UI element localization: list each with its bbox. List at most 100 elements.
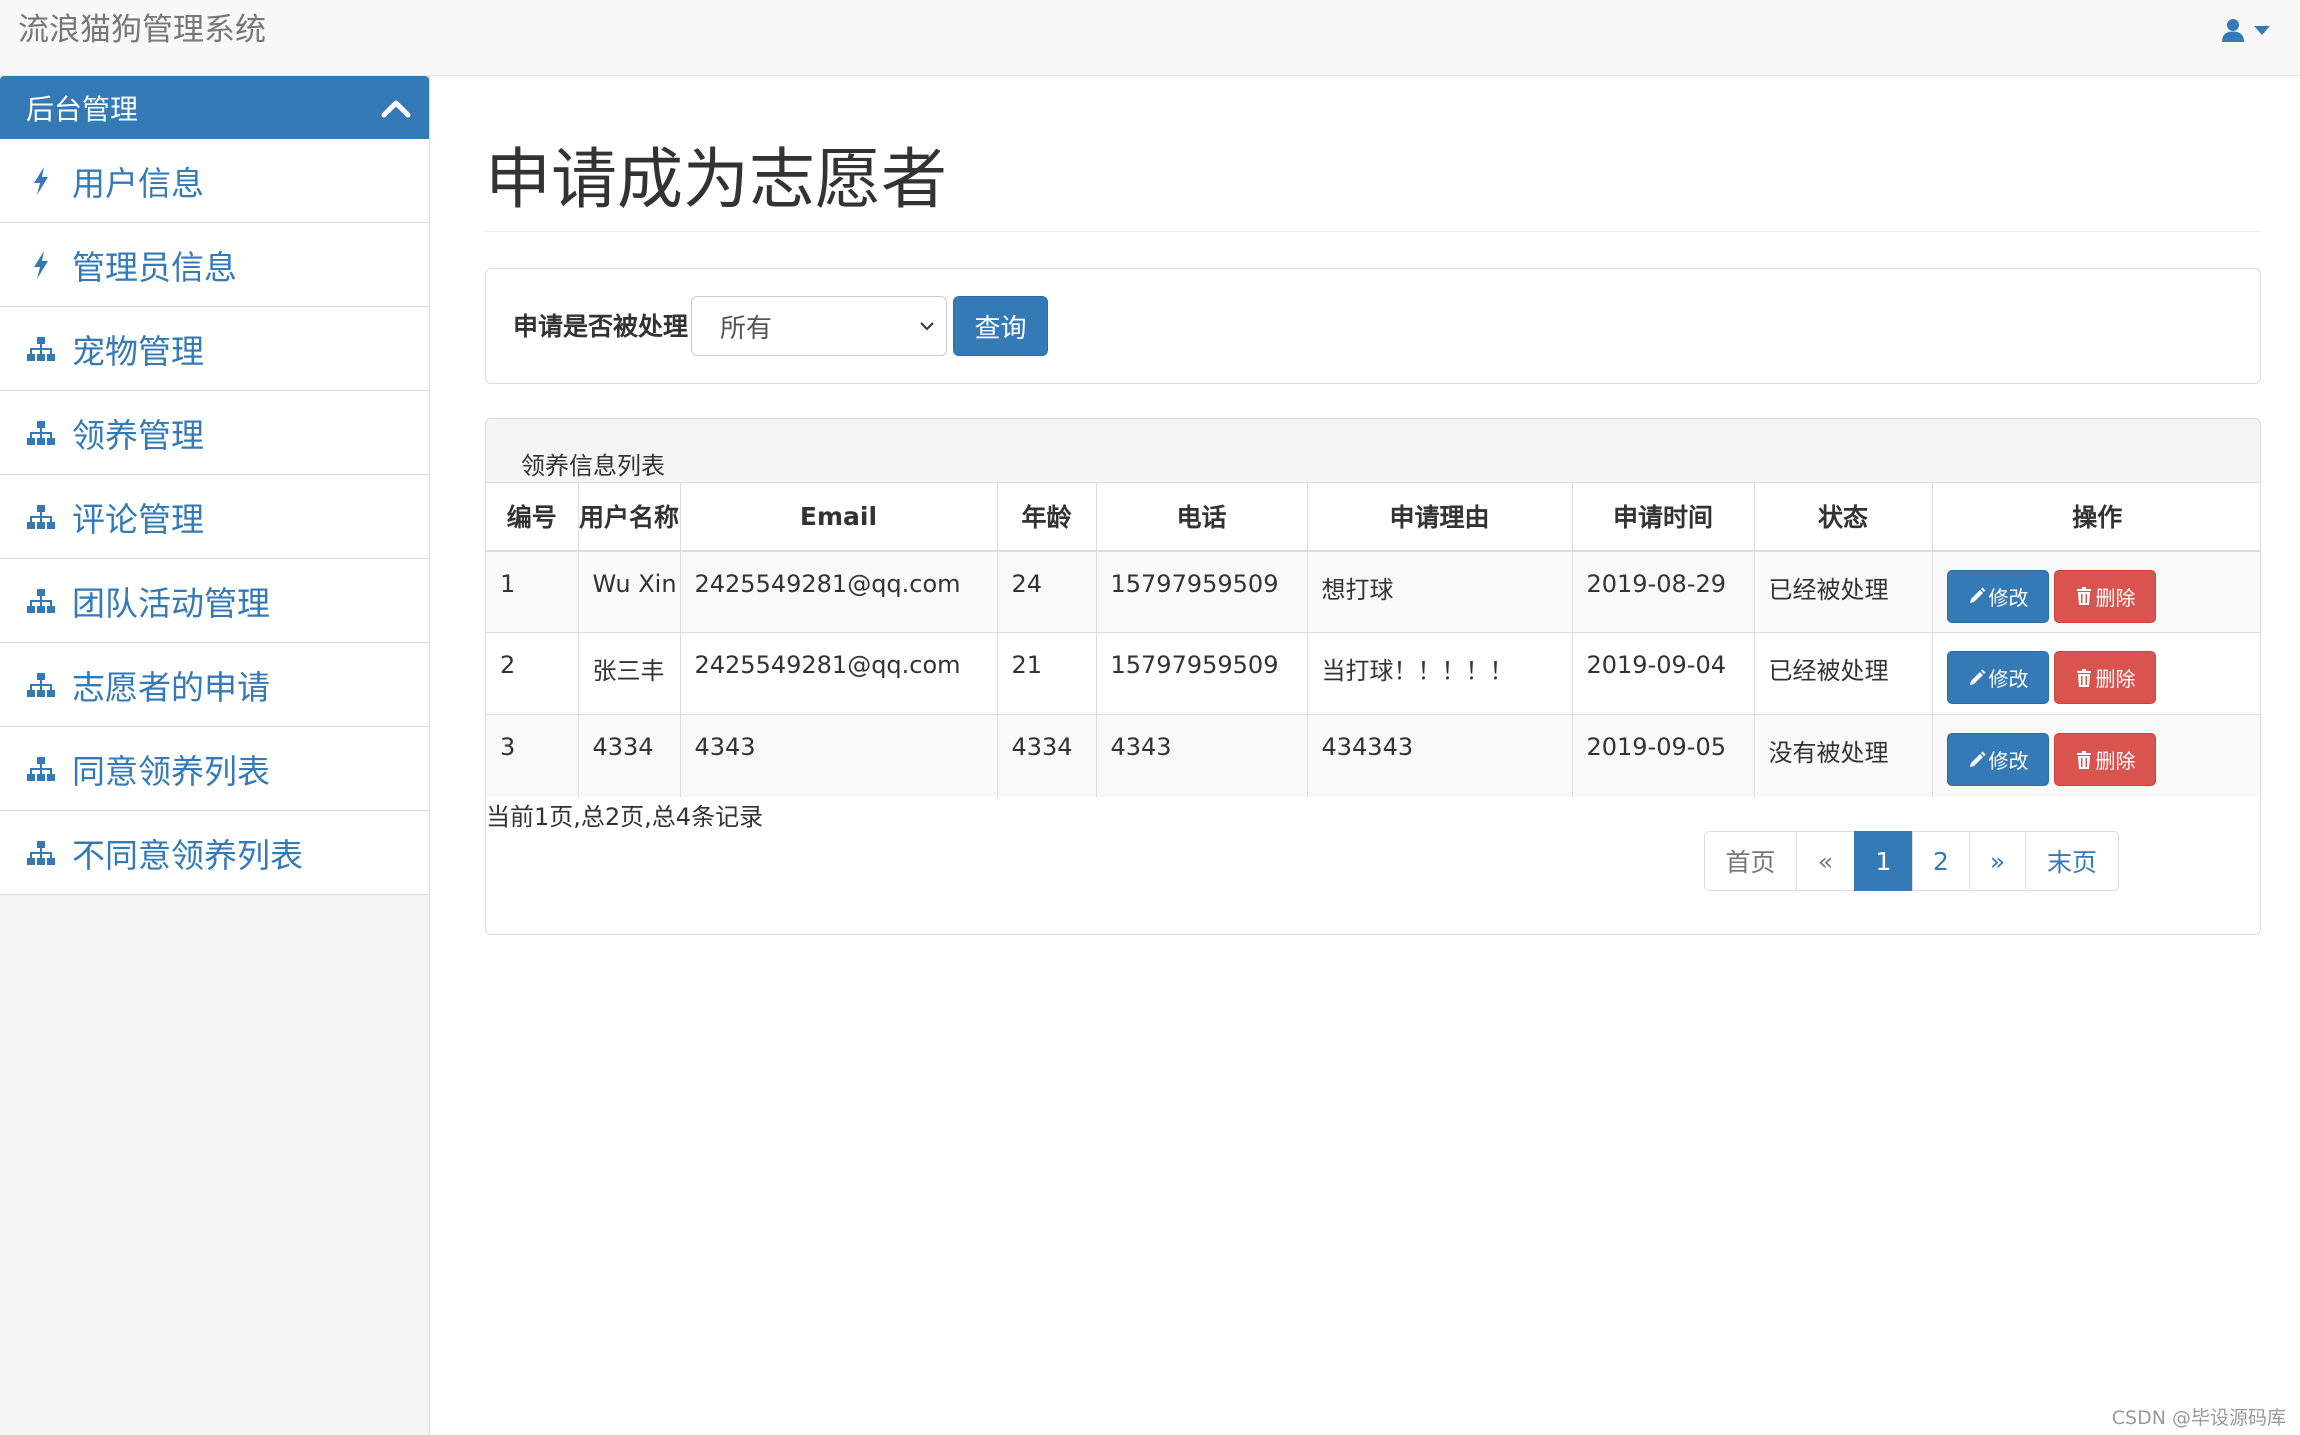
title-divider bbox=[485, 231, 2261, 232]
column-header[interactable]: 状态 bbox=[1754, 482, 1933, 552]
table-cell: 3 bbox=[486, 714, 579, 797]
list-heading-title: 领养信息列表 bbox=[521, 452, 665, 480]
table-cell: 张三丰 bbox=[578, 632, 681, 715]
edit-button[interactable]: 修改 bbox=[1946, 569, 2049, 623]
user-menu[interactable] bbox=[2220, 16, 2270, 44]
edit-button[interactable]: 修改 bbox=[1946, 733, 2049, 786]
sitemap-icon bbox=[24, 584, 58, 618]
trash-icon bbox=[2076, 668, 2091, 687]
app-brand[interactable]: 流浪猫狗管理系统 bbox=[18, 10, 266, 50]
sidebar-item-adoption-management[interactable]: 领养管理 bbox=[0, 391, 429, 475]
sidebar-item-label: 志愿者的申请 bbox=[72, 667, 270, 707]
sitemap-icon bbox=[24, 332, 58, 366]
caret-down-icon bbox=[2254, 25, 2270, 35]
pencil-icon bbox=[1969, 669, 1985, 685]
sidebar-item-label: 领养管理 bbox=[72, 415, 204, 455]
column-header[interactable]: 年龄 bbox=[997, 482, 1097, 552]
table-cell: 2019-08-29 bbox=[1572, 550, 1755, 633]
delete-label: 删除 bbox=[2095, 667, 2136, 691]
sidebar-item-comment-management[interactable]: 评论管理 bbox=[0, 475, 429, 559]
table-cell: 2425549281@qq.com bbox=[680, 632, 998, 715]
page-title: 申请成为志愿者 bbox=[485, 141, 947, 218]
table-cell: 15797959509 bbox=[1096, 550, 1308, 633]
pagination-next[interactable]: » bbox=[1969, 831, 2026, 891]
sidebar-item-approved-adoptions[interactable]: 同意领养列表 bbox=[0, 727, 429, 811]
delete-button[interactable]: 删除 bbox=[2053, 651, 2156, 704]
list-panel: 领养信息列表 编号 用户名称 Email 年龄 电话 申请理由 申请时间 状态 … bbox=[485, 418, 2261, 935]
delete-button[interactable]: 删除 bbox=[2053, 569, 2156, 623]
column-header[interactable]: 用户名称 bbox=[578, 482, 681, 552]
sidebar-item-label: 宠物管理 bbox=[72, 331, 204, 371]
edit-button[interactable]: 修改 bbox=[1946, 651, 2049, 704]
pagination: 首页 « 1 2 » 末页 bbox=[1704, 831, 2119, 891]
trash-icon bbox=[2076, 587, 2091, 605]
sidebar-item-admin-info[interactable]: 管理员信息 bbox=[0, 223, 429, 307]
column-header[interactable]: 申请时间 bbox=[1572, 482, 1755, 552]
bolt-icon bbox=[24, 248, 58, 282]
query-button[interactable]: 查询 bbox=[953, 296, 1048, 356]
sidebar-item-label: 同意领养列表 bbox=[72, 751, 270, 791]
sidebar-item-pet-management[interactable]: 宠物管理 bbox=[0, 307, 429, 391]
column-header[interactable]: Email bbox=[680, 482, 998, 552]
bolt-icon bbox=[24, 164, 58, 198]
page-info: 当前1页,总2页,总4条记录 bbox=[486, 803, 764, 831]
watermark: CSDN @毕设源码库 bbox=[2111, 1407, 2286, 1429]
sidebar-header-label: 后台管理 bbox=[26, 92, 139, 126]
applications-table: 编号 用户名称 Email 年龄 电话 申请理由 申请时间 状态 操作 1 Wu… bbox=[486, 482, 2260, 797]
edit-label: 修改 bbox=[1988, 749, 2029, 773]
sidebar-item-label: 评论管理 bbox=[72, 499, 204, 539]
table-cell: 4334 bbox=[997, 714, 1097, 797]
table-cell: 想打球 bbox=[1307, 550, 1573, 633]
table-cell: 2019-09-05 bbox=[1572, 714, 1755, 797]
sitemap-icon bbox=[24, 836, 58, 870]
pagination-page-1[interactable]: 1 bbox=[1854, 831, 1913, 891]
delete-button[interactable]: 删除 bbox=[2053, 733, 2156, 786]
delete-label: 删除 bbox=[2095, 585, 2136, 610]
sidebar-item-rejected-adoptions[interactable]: 不同意领养列表 bbox=[0, 811, 429, 895]
column-header[interactable]: 申请理由 bbox=[1307, 482, 1573, 552]
actions-cell: 修改 删除 bbox=[1932, 714, 2260, 797]
sidebar-header[interactable]: 后台管理 bbox=[0, 76, 429, 139]
user-icon bbox=[2222, 19, 2244, 42]
top-navbar: 流浪猫狗管理系统 bbox=[0, 0, 2300, 76]
sitemap-icon bbox=[24, 500, 58, 534]
table-cell: Wu Xin bbox=[578, 550, 681, 633]
pagination-page-2[interactable]: 2 bbox=[1912, 831, 1970, 891]
sidebar-item-team-activity[interactable]: 团队活动管理 bbox=[0, 559, 429, 643]
table-cell: 21 bbox=[997, 632, 1097, 715]
sidebar-item-label: 团队活动管理 bbox=[72, 583, 270, 623]
filter-label: 申请是否被处理 bbox=[513, 312, 689, 341]
sitemap-icon bbox=[24, 668, 58, 702]
table-cell: 2019-09-04 bbox=[1572, 632, 1755, 715]
table-cell: 15797959509 bbox=[1096, 632, 1308, 715]
table-cell: 24 bbox=[997, 550, 1097, 633]
table-cell: 当打球！！！！！ bbox=[1307, 632, 1573, 715]
pencil-icon bbox=[1969, 587, 1985, 603]
chevron-down-icon bbox=[920, 322, 934, 331]
column-header[interactable]: 操作 bbox=[1932, 482, 2260, 552]
pencil-icon bbox=[1969, 751, 1985, 767]
table-cell: 没有被处理 bbox=[1754, 714, 1933, 797]
table-cell: 2425549281@qq.com bbox=[680, 550, 998, 633]
sidebar-item-label: 管理员信息 bbox=[72, 247, 237, 287]
pagination-prev[interactable]: « bbox=[1796, 831, 1855, 891]
pagination-first[interactable]: 首页 bbox=[1704, 831, 1797, 891]
table-cell: 已经被处理 bbox=[1754, 632, 1933, 715]
sidebar-item-volunteer-applications[interactable]: 志愿者的申请 bbox=[0, 643, 429, 727]
pagination-last[interactable]: 末页 bbox=[2025, 831, 2119, 891]
table-cell: 434343 bbox=[1307, 714, 1573, 797]
actions-cell: 修改 删除 bbox=[1932, 632, 2260, 715]
sidebar: 后台管理 用户信息 管理员信息 宠物管理 领养管理 评论管理 团队活动管理 志愿… bbox=[0, 76, 430, 1435]
table-cell: 4343 bbox=[680, 714, 998, 797]
column-header[interactable]: 电话 bbox=[1096, 482, 1308, 552]
table-row: 1 Wu Xin 2425549281@qq.com 24 1579795950… bbox=[486, 550, 2260, 633]
edit-label: 修改 bbox=[1988, 585, 2029, 610]
chevron-up-icon bbox=[381, 100, 411, 117]
processed-status-select[interactable]: 所有 bbox=[691, 296, 947, 356]
table-cell: 2 bbox=[486, 632, 579, 715]
sidebar-item-user-info[interactable]: 用户信息 bbox=[0, 139, 429, 223]
column-header[interactable]: 编号 bbox=[486, 482, 579, 552]
table-cell: 已经被处理 bbox=[1754, 550, 1933, 633]
list-heading: 领养信息列表 bbox=[486, 419, 2260, 482]
sitemap-icon bbox=[24, 416, 58, 450]
